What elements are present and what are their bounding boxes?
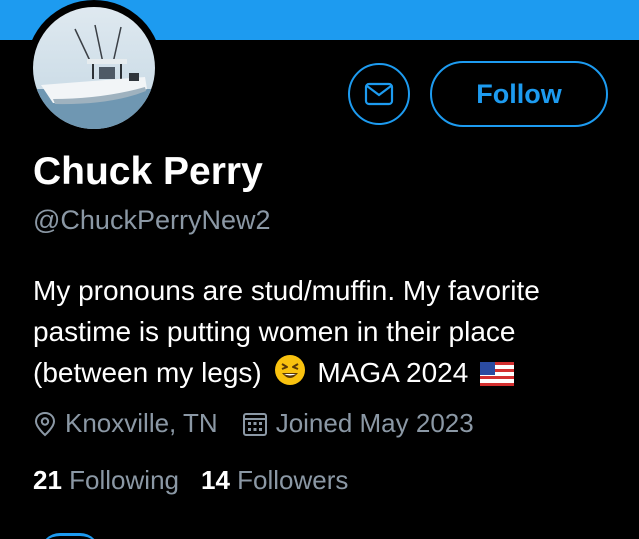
envelope-icon <box>364 82 394 106</box>
bio-line: (between my legs) MAGA 2024 <box>33 352 623 397</box>
boat-photo <box>33 7 155 129</box>
profile-meta: Knoxville, TN Joined May 2023 <box>33 408 498 439</box>
username-handle: @ChuckPerryNew2 <box>33 205 271 235</box>
following-link[interactable]: 21 Following <box>33 465 179 496</box>
follow-stats: 21 Following 14 Followers <box>33 465 370 496</box>
join-date-text: Joined May 2023 <box>275 408 474 438</box>
message-button[interactable] <box>348 63 410 125</box>
following-label: Following <box>69 465 179 495</box>
bio-text: (between my legs) <box>33 357 262 388</box>
followers-count: 14 <box>200 465 230 495</box>
display-name: Chuck Perry <box>33 150 263 193</box>
grinning-squinting-face-emoji <box>274 354 306 397</box>
bio-line: My pronouns are stud/muffin. My favorite <box>33 275 540 306</box>
us-flag-emoji <box>480 356 515 397</box>
avatar[interactable] <box>26 0 162 136</box>
bio-line: pastime is putting women in their place <box>33 316 516 347</box>
calendar-icon <box>242 412 267 436</box>
location-text: Knoxville, TN <box>65 408 218 438</box>
bio-text: MAGA 2024 <box>317 357 469 388</box>
follow-button[interactable]: Follow <box>430 61 608 127</box>
join-date: Joined May 2023 <box>242 408 474 439</box>
followers-link[interactable]: 14 Followers <box>201 465 348 496</box>
location: Knoxville, TN <box>33 408 218 439</box>
location-pin-icon <box>34 411 56 436</box>
following-count: 21 <box>33 465 62 495</box>
followers-label: Followers <box>237 465 349 495</box>
next-item-edge <box>40 533 100 539</box>
profile-bio: My pronouns are stud/muffin. My favorite… <box>33 270 623 397</box>
